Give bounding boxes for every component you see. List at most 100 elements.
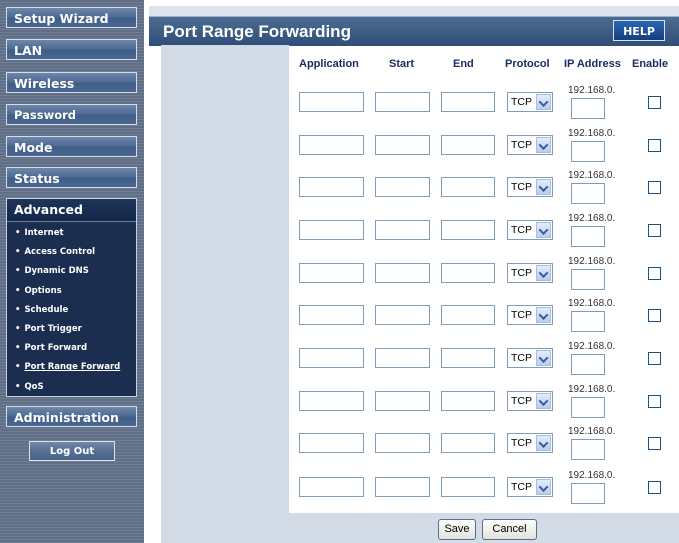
save-button[interactable]: Save [438,519,476,540]
end-port-input[interactable] [441,433,495,453]
nav-advanced[interactable]: Advanced [7,199,136,222]
start-port-input[interactable] [375,391,430,411]
submenu-access-control[interactable]: • Access Control [7,243,136,262]
nav-administration[interactable]: Administration [6,406,137,427]
submenu-label: QoS [24,381,44,392]
application-input[interactable] [299,348,364,368]
end-port-input[interactable] [441,391,495,411]
chevron-down-icon[interactable] [536,94,551,110]
submenu-label: Options [24,285,62,296]
protocol-select[interactable]: TCP [507,433,553,453]
end-port-input[interactable] [441,305,495,325]
ip-last-octet-input[interactable] [571,483,605,504]
nav-lan[interactable]: LAN [6,39,137,60]
logout-button[interactable]: Log Out [29,441,115,461]
submenu-options[interactable]: • Options [7,282,136,301]
end-port-input[interactable] [441,263,495,283]
nav-wireless[interactable]: Wireless [6,72,137,93]
chevron-down-icon[interactable] [536,265,551,281]
submenu-internet[interactable]: • Internet [7,224,136,243]
enable-checkbox[interactable] [648,352,661,365]
protocol-select[interactable]: TCP [507,177,553,197]
ip-last-octet-input[interactable] [571,98,605,119]
protocol-select[interactable]: TCP [507,305,553,325]
application-input[interactable] [299,263,364,283]
submenu-port-range-forward[interactable]: • Port Range Forward [7,358,136,377]
enable-checkbox[interactable] [648,181,661,194]
ip-prefix: 192.168.0. [568,470,616,481]
chevron-down-icon[interactable] [536,350,551,366]
application-input[interactable] [299,433,364,453]
protocol-select[interactable]: TCP [507,477,553,497]
protocol-select[interactable]: TCP [507,135,553,155]
enable-checkbox[interactable] [648,96,661,109]
end-port-input[interactable] [441,135,495,155]
chevron-down-icon[interactable] [536,179,551,195]
start-port-input[interactable] [375,305,430,325]
enable-checkbox[interactable] [648,309,661,322]
application-input[interactable] [299,391,364,411]
enable-checkbox[interactable] [648,267,661,280]
end-port-input[interactable] [441,348,495,368]
enable-checkbox[interactable] [648,481,661,494]
chevron-down-icon[interactable] [536,222,551,238]
protocol-value: TCP [511,352,532,364]
start-port-input[interactable] [375,477,430,497]
start-port-input[interactable] [375,92,430,112]
start-port-input[interactable] [375,348,430,368]
enable-checkbox[interactable] [648,437,661,450]
start-port-input[interactable] [375,135,430,155]
end-port-input[interactable] [441,177,495,197]
protocol-select[interactable]: TCP [507,348,553,368]
start-port-input[interactable] [375,220,430,240]
ip-last-octet-input[interactable] [571,141,605,162]
col-header-enable: Enable [632,58,669,70]
submenu-schedule[interactable]: • Schedule [7,301,136,320]
protocol-select[interactable]: TCP [507,220,553,240]
start-port-input[interactable] [375,263,430,283]
application-input[interactable] [299,177,364,197]
protocol-value: TCP [511,309,532,321]
enable-checkbox[interactable] [648,224,661,237]
ip-last-octet-input[interactable] [571,183,605,204]
application-input[interactable] [299,305,364,325]
chevron-down-icon[interactable] [536,479,551,495]
application-input[interactable] [299,220,364,240]
submenu-dynamic-dns[interactable]: • Dynamic DNS [7,262,136,281]
submenu-qos[interactable]: • QoS [7,378,136,397]
enable-checkbox[interactable] [648,395,661,408]
nav-status[interactable]: Status [6,167,137,188]
protocol-value: TCP [511,181,532,193]
nav-password[interactable]: Password [6,104,137,125]
protocol-select[interactable]: TCP [507,391,553,411]
ip-last-octet-input[interactable] [571,226,605,247]
chevron-down-icon[interactable] [536,393,551,409]
ip-prefix: 192.168.0. [568,85,616,96]
application-input[interactable] [299,477,364,497]
start-port-input[interactable] [375,433,430,453]
enable-checkbox[interactable] [648,139,661,152]
start-port-input[interactable] [375,177,430,197]
protocol-select[interactable]: TCP [507,92,553,112]
end-port-input[interactable] [441,220,495,240]
chevron-down-icon[interactable] [536,307,551,323]
nav-setup-wizard[interactable]: Setup Wizard [6,7,137,28]
chevron-down-icon[interactable] [536,137,551,153]
nav-mode[interactable]: Mode [6,136,137,157]
cancel-button[interactable]: Cancel [482,519,537,540]
ip-last-octet-input[interactable] [571,269,605,290]
ip-last-octet-input[interactable] [571,354,605,375]
submenu-port-trigger[interactable]: • Port Trigger [7,320,136,339]
protocol-select[interactable]: TCP [507,263,553,283]
ip-last-octet-input[interactable] [571,397,605,418]
end-port-input[interactable] [441,92,495,112]
ip-last-octet-input[interactable] [571,311,605,332]
help-button[interactable]: HELP [613,20,665,41]
end-port-input[interactable] [441,477,495,497]
application-input[interactable] [299,92,364,112]
chevron-down-icon[interactable] [536,435,551,451]
ip-last-octet-input[interactable] [571,439,605,460]
table-row: TCP 192.168.0. [289,85,679,135]
submenu-port-forward[interactable]: • Port Forward [7,339,136,358]
application-input[interactable] [299,135,364,155]
